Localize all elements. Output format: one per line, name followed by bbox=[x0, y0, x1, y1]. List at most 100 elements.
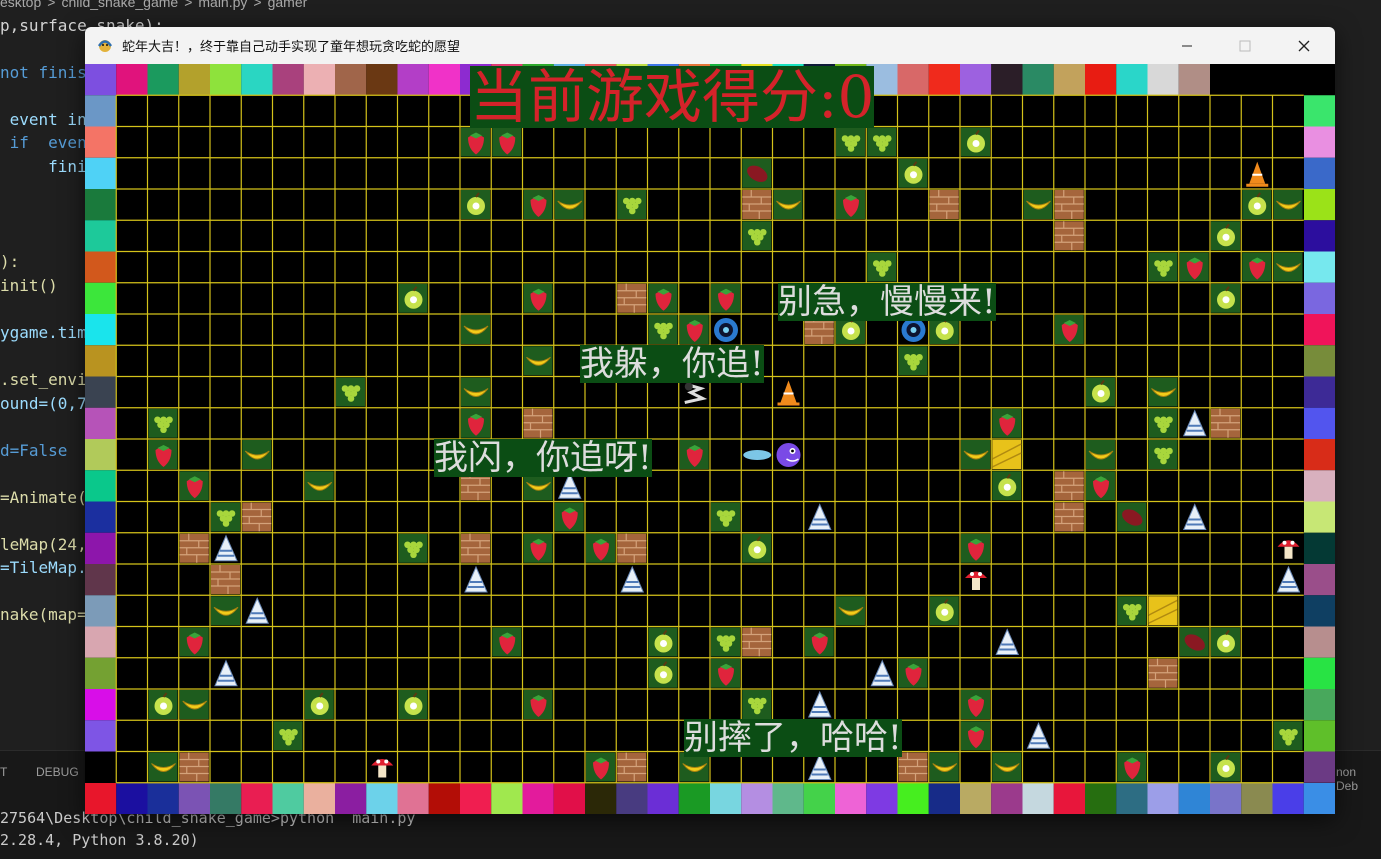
breadcrumb-part[interactable]: gamer bbox=[268, 0, 308, 10]
brick-icon bbox=[523, 408, 553, 438]
strawberry-icon bbox=[523, 533, 553, 563]
border-tile bbox=[85, 439, 117, 471]
panel-tab[interactable]: T bbox=[0, 765, 7, 779]
message-dont-fall: 别摔了，哈哈! bbox=[684, 718, 902, 758]
game-canvas[interactable]: 当前游戏得分:0 别急，慢慢来! 我躲，你追! 我闪，你追呀! 别摔了，哈哈! bbox=[85, 64, 1335, 814]
border-tile bbox=[272, 783, 304, 814]
grapes-icon bbox=[867, 252, 897, 282]
border-tile bbox=[1116, 783, 1148, 814]
cake-icon bbox=[807, 753, 832, 780]
cake-icon bbox=[464, 565, 488, 593]
brick-icon bbox=[242, 502, 272, 532]
score-label: 当前游戏得分: bbox=[470, 64, 838, 131]
border-tile bbox=[272, 64, 304, 96]
apple-icon bbox=[648, 627, 678, 657]
border-tile bbox=[897, 64, 929, 96]
apple-icon bbox=[1211, 627, 1240, 657]
strawberry-icon bbox=[523, 690, 553, 719]
border-tile bbox=[491, 783, 523, 814]
border-tile bbox=[1022, 64, 1054, 96]
border-tile bbox=[585, 783, 617, 814]
strawberry-icon bbox=[1179, 252, 1209, 282]
grapes-icon bbox=[1148, 408, 1178, 438]
banana-icon bbox=[992, 752, 1022, 782]
border-tile bbox=[428, 783, 460, 814]
cake-icon bbox=[1182, 409, 1207, 437]
maximize-button[interactable] bbox=[1216, 27, 1274, 64]
title-bar[interactable]: 蛇年大吉！，终于靠自己动手实现了童年想玩贪吃蛇的愿望 bbox=[85, 27, 1335, 64]
border-tile bbox=[928, 64, 960, 96]
breadcrumb-part[interactable]: main.py bbox=[198, 0, 247, 10]
banana-icon bbox=[211, 596, 240, 626]
border-tile bbox=[960, 783, 992, 814]
border-tile bbox=[1241, 783, 1273, 814]
strawberry-icon bbox=[1242, 252, 1272, 282]
strawberry-icon bbox=[1054, 315, 1084, 344]
border-tile bbox=[1085, 64, 1117, 96]
breadcrumb-separator: > bbox=[184, 0, 193, 10]
brick-icon bbox=[461, 533, 490, 563]
breadcrumb-part[interactable]: child_snake_game bbox=[61, 0, 178, 10]
brick-icon bbox=[179, 533, 209, 563]
border-tile bbox=[1304, 751, 1335, 783]
brick-icon bbox=[1054, 502, 1084, 532]
apple-icon bbox=[1242, 190, 1272, 219]
score-value: 0 bbox=[837, 64, 875, 131]
panel-tab-debug[interactable]: DEBUG bbox=[36, 765, 79, 779]
terminal-line: 2.28.4, Python 3.8.20) bbox=[0, 831, 199, 849]
grapes-icon bbox=[711, 502, 740, 532]
border-tile bbox=[897, 783, 929, 814]
strawberry-icon bbox=[492, 127, 522, 157]
cake-icon bbox=[620, 565, 645, 593]
banana-icon bbox=[523, 346, 553, 376]
border-tile bbox=[85, 282, 117, 314]
strawberry-icon bbox=[836, 190, 865, 219]
strawberry-icon bbox=[992, 408, 1022, 438]
border-tile bbox=[178, 783, 210, 814]
grapes-icon bbox=[711, 627, 740, 657]
apple-icon bbox=[461, 190, 490, 219]
minimize-button[interactable] bbox=[1158, 27, 1216, 64]
grapes-icon bbox=[867, 127, 897, 157]
grapes-icon bbox=[742, 690, 772, 719]
border-tile bbox=[1085, 783, 1117, 814]
border-tile bbox=[1304, 189, 1335, 221]
apple-icon bbox=[1086, 377, 1115, 407]
strawberry-icon bbox=[523, 283, 553, 313]
border-tile bbox=[647, 783, 679, 814]
pygame-snake-icon bbox=[97, 40, 113, 52]
border-tile bbox=[1304, 595, 1335, 627]
cake-icon bbox=[870, 659, 895, 687]
border-tile bbox=[241, 783, 273, 814]
brick-icon bbox=[898, 752, 928, 782]
brick-icon bbox=[179, 752, 209, 782]
panel-tab-right[interactable]: non Deb bbox=[1336, 765, 1381, 793]
cake-icon bbox=[214, 534, 238, 562]
snake-head-icon bbox=[776, 443, 801, 467]
border-tile bbox=[991, 783, 1023, 814]
apple-icon bbox=[648, 658, 678, 688]
border-tile bbox=[1178, 64, 1210, 96]
apple-icon bbox=[992, 471, 1022, 501]
border-tile bbox=[1304, 657, 1335, 689]
border-tile bbox=[1304, 626, 1335, 658]
border-tile bbox=[85, 564, 117, 596]
banana-icon bbox=[1086, 440, 1115, 469]
border-tile bbox=[85, 532, 117, 564]
border-tile bbox=[210, 64, 242, 96]
border-tile bbox=[1147, 64, 1179, 96]
strawberry-icon bbox=[711, 283, 740, 313]
close-button[interactable] bbox=[1275, 27, 1333, 64]
strawberry-icon bbox=[898, 658, 928, 688]
border-tile bbox=[116, 64, 148, 96]
brick-icon bbox=[742, 190, 772, 219]
apple-icon bbox=[961, 127, 990, 157]
border-tile bbox=[1022, 783, 1054, 814]
border-tile bbox=[1147, 783, 1179, 814]
brick-icon bbox=[929, 190, 959, 219]
apple-icon bbox=[742, 533, 772, 563]
border-tile bbox=[1304, 407, 1335, 439]
border-tile bbox=[1178, 783, 1210, 814]
breadcrumb-part[interactable]: esktop bbox=[0, 0, 41, 10]
strawberry-icon bbox=[961, 721, 990, 751]
